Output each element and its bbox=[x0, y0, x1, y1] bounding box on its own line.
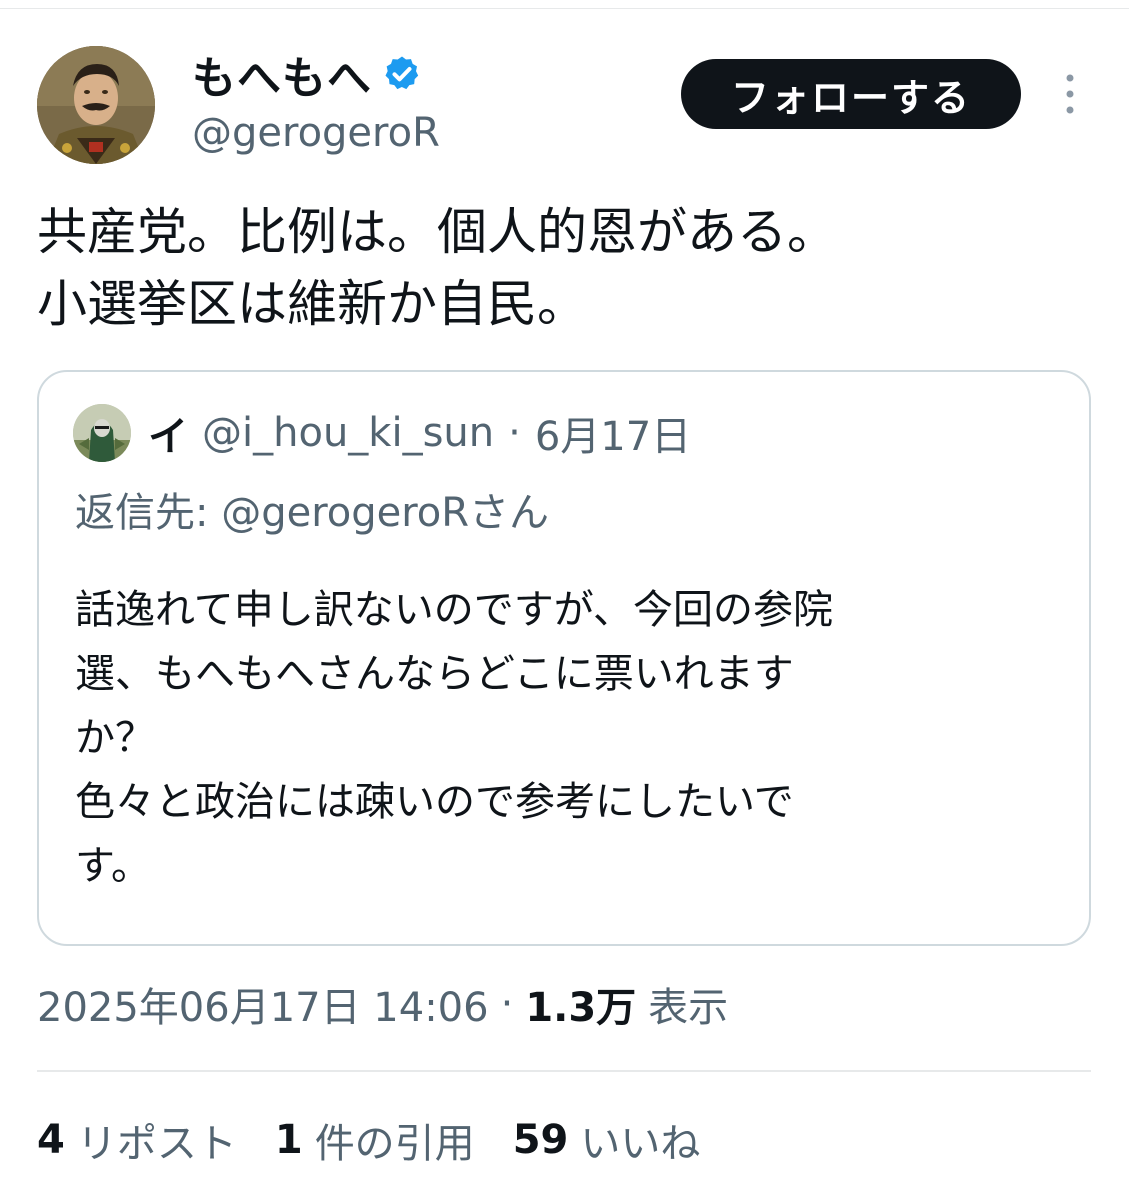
reply-to-line[interactable]: 返信先: @gerogeroRさん bbox=[75, 480, 549, 538]
author-handle[interactable]: @gerogeroR bbox=[192, 110, 440, 156]
engagement-stats: 4 リポスト 1 件の引用 59 いいね bbox=[37, 1108, 738, 1172]
likes-stat[interactable]: 59 いいね bbox=[513, 1111, 701, 1169]
character-avatar-icon bbox=[73, 404, 131, 462]
stats-divider bbox=[37, 1070, 1091, 1072]
views-count: 1.3万 bbox=[525, 985, 637, 1031]
quotes-label: 件の引用 bbox=[314, 1121, 475, 1167]
author-avatar[interactable] bbox=[37, 46, 155, 164]
quote-separator: · bbox=[508, 410, 521, 456]
reposts-stat[interactable]: 4 リポスト bbox=[37, 1111, 237, 1169]
quote-text: 話逸れて申し訳ないのですが、今回の参院 選、もへもへさんならどこに票いれます か… bbox=[75, 587, 833, 889]
meta-separator: · bbox=[500, 981, 514, 1027]
author-name-row: もへもへ bbox=[192, 46, 422, 104]
reposts-count: 4 bbox=[37, 1117, 65, 1163]
quotes-count: 1 bbox=[274, 1117, 303, 1163]
portrait-avatar-icon bbox=[37, 46, 155, 164]
quote-author-avatar[interactable] bbox=[73, 404, 131, 462]
views-label: 表示 bbox=[648, 985, 729, 1031]
follow-button[interactable]: フォローする bbox=[681, 59, 1021, 129]
reposts-label: リポスト bbox=[76, 1121, 237, 1167]
quote-author-name[interactable]: イ bbox=[148, 404, 188, 462]
likes-count: 59 bbox=[512, 1117, 569, 1163]
quote-header: イ @i_hou_ki_sun · 6月17日 bbox=[148, 404, 691, 462]
author-display-name[interactable]: もへもへ bbox=[192, 42, 372, 106]
more-vertical-icon[interactable] bbox=[1058, 72, 1082, 116]
tweet-timestamp[interactable]: 2025年06月17日 14:06 bbox=[37, 975, 489, 1033]
quotes-stat[interactable]: 1 件の引用 bbox=[275, 1111, 475, 1169]
top-divider bbox=[0, 8, 1129, 9]
quote-author-handle[interactable]: @i_hou_ki_sun bbox=[202, 410, 494, 456]
tweet-meta: 2025年06月17日 14:06 · 1.3万 表示 bbox=[37, 972, 728, 1036]
likes-label: いいね bbox=[580, 1121, 701, 1167]
verified-badge-icon bbox=[385, 56, 419, 90]
tweet-text: 共産党。比例は。個人的恩がある。 小選挙区は維新か自民。 bbox=[37, 203, 837, 333]
quote-date[interactable]: 6月17日 bbox=[535, 404, 691, 462]
